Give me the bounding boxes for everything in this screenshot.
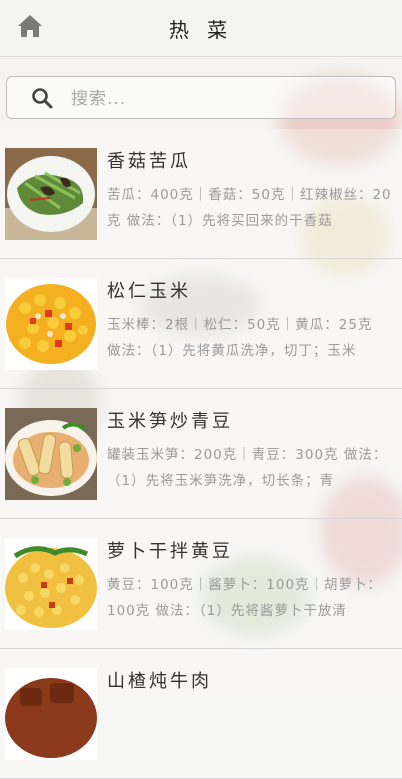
recipe-item[interactable]: 玉米笋炒青豆 罐装玉米笋：200克｜青豆：300克 做法：（1）先将玉米笋洗净，… [0,389,402,519]
search-icon [32,88,53,109]
recipe-description [107,702,392,754]
recipe-image [5,148,97,240]
recipe-name: 玉米笋炒青豆 [107,411,233,432]
recipe-name: 山楂炖牛肉 [107,671,212,692]
top-bar: 热 菜 [0,0,402,57]
page-title: 热 菜 [168,18,234,42]
recipe-item[interactable]: 萝卜干拌黄豆 黄豆：100克｜酱萝卜：100克｜胡萝卜：100克 做法：（1）先… [0,519,402,649]
recipe-image [5,538,97,630]
recipe-image [5,278,97,370]
recipe-item[interactable]: 山楂炖牛肉 [0,649,402,779]
search-input[interactable] [69,83,383,115]
recipe-image [5,408,97,500]
recipe-name: 萝卜干拌黄豆 [107,541,233,562]
recipe-name: 松仁玉米 [107,281,191,302]
recipe-description: 黄豆：100克｜酱萝卜：100克｜胡萝卜：100克 做法：（1）先将酱萝卜干放清 [107,577,383,619]
recipe-item[interactable]: 香菇苦瓜 苦瓜：400克｜香菇：50克｜红辣椒丝：20克 做法：（1）先将买回来… [0,129,402,259]
recipe-description: 罐装玉米笋：200克｜青豆：300克 做法：（1）先将玉米笋洗净，切长条；青 [107,447,388,489]
recipe-description: 苦瓜：400克｜香菇：50克｜红辣椒丝：20克 做法：（1）先将买回来的干香菇 [107,187,392,229]
recipe-item[interactable]: 松仁玉米 玉米棒：2根｜松仁：50克｜黄瓜：25克 做法：（1）先将黄瓜洗净，切… [0,259,402,389]
recipe-description: 玉米棒：2根｜松仁：50克｜黄瓜：25克 做法：（1）先将黄瓜洗净，切丁；玉米 [107,317,373,359]
recipe-name: 香菇苦瓜 [107,151,191,172]
search-bar[interactable] [6,76,396,119]
recipe-image [5,668,97,760]
recipe-list: 香菇苦瓜 苦瓜：400克｜香菇：50克｜红辣椒丝：20克 做法：（1）先将买回来… [0,129,402,779]
